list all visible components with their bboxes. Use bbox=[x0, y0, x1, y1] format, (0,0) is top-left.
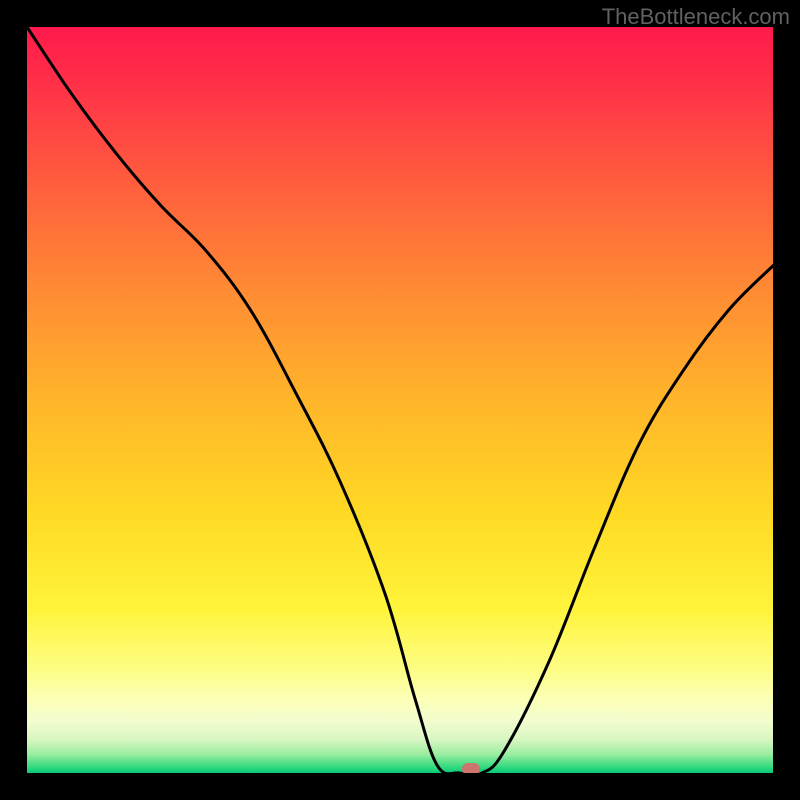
chart-frame: TheBottleneck.com bbox=[0, 0, 800, 800]
optimal-point-marker bbox=[462, 763, 480, 773]
plot-area bbox=[27, 27, 773, 773]
bottleneck-curve bbox=[27, 27, 773, 773]
